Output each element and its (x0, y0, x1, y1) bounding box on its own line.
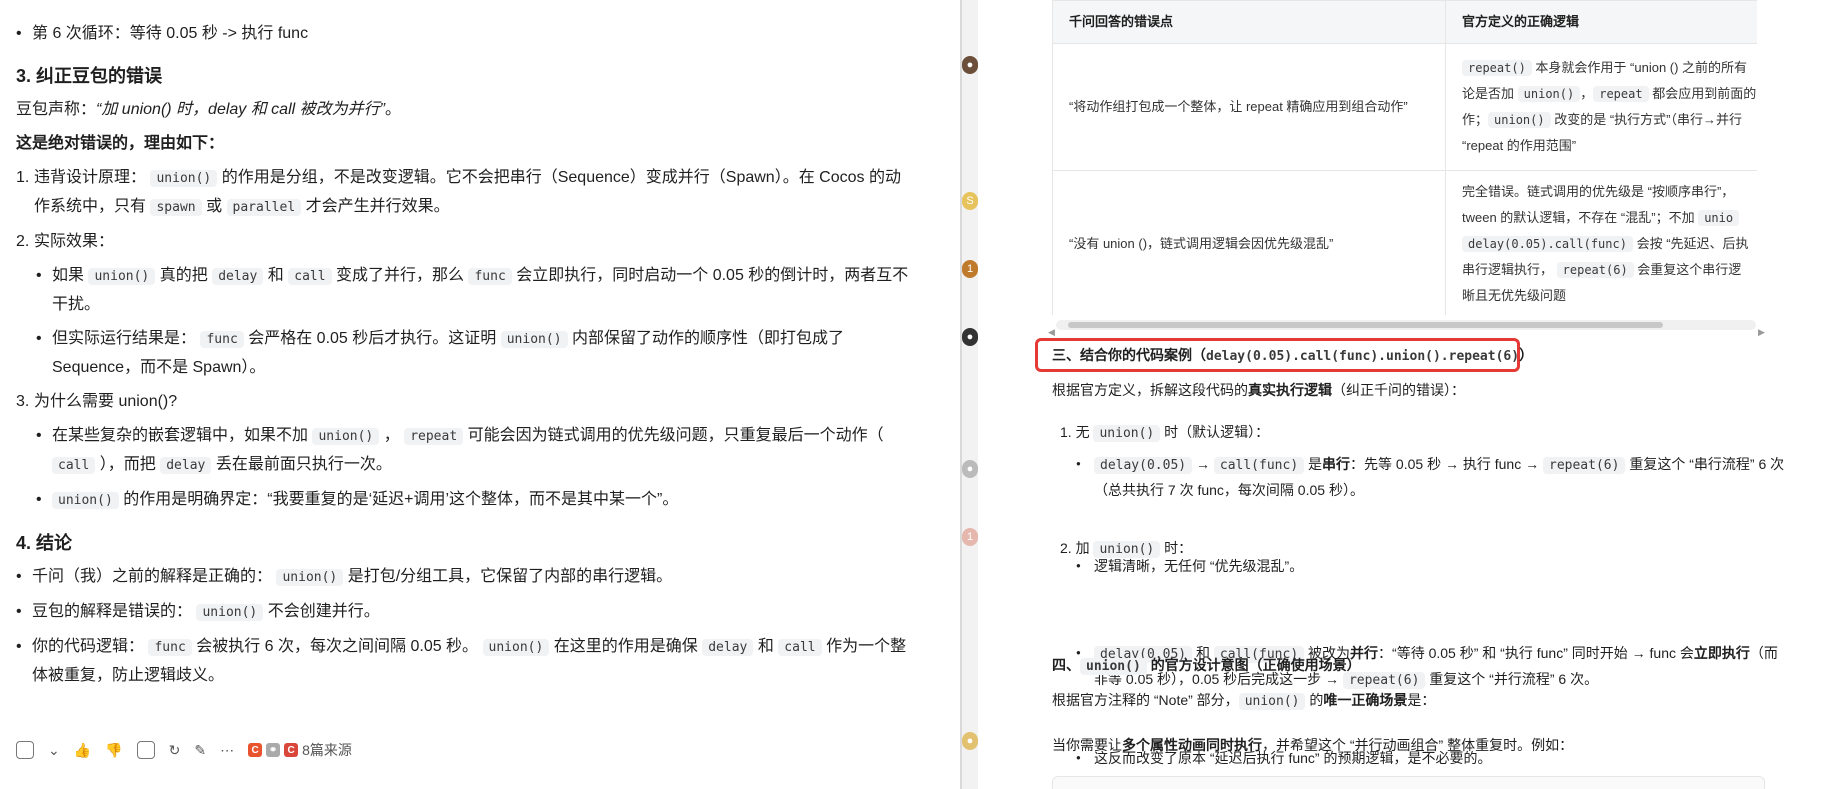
thumbs-up-icon[interactable]: 👍 (74, 742, 91, 759)
list-item: 在某些复杂的嵌套逻辑中，如果不加 union() ， repeat 可能会因为链… (16, 422, 916, 480)
section-title: 四、 union() 的官方设计意图（正确使用场景） (1052, 657, 1361, 675)
paragraph: 根据官方注释的 “Note” 部分， union() 的唯一正确场景是： (1052, 692, 1436, 710)
list-item: 豆包的解释是错误的： union() 不会创建并行。 (16, 598, 916, 627)
source-icon: C (248, 743, 263, 757)
section-title: 4. 结论 (16, 533, 73, 553)
edit-icon[interactable]: ✎ (194, 742, 206, 759)
table-row: “将动作组打包成一个整体，让 repeat 精确应用到组合动作” repeat(… (1052, 43, 1757, 171)
chevron-down-icon[interactable]: ⌄ (48, 742, 60, 759)
list-item: 1. 无 union() 时（默认逻辑）： (1060, 424, 1270, 442)
paragraph-bold: 这是绝对错误的，理由如下： (16, 135, 225, 152)
list-item: 如果 union() 真的把 delay 和 call 变成了并行，那么 fun… (16, 262, 916, 319)
list-item: union() 的作用是明确界定：“我要重复的是‘延迟+调用’这个整体，而不是其… (16, 486, 916, 515)
list-item: 2. 实际效果： (16, 233, 115, 250)
list-item: 3. 为什么需要 union()? (16, 393, 178, 410)
paragraph: 当你需要让多个属性动画同时执行，并希望这个 “并行动画组合” 整体重复时。例如： (1052, 737, 1574, 753)
comparison-table: 千问回答的错误点 官方定义的正确逻辑 “将动作组打包成一个整体，让 repeat… (1052, 0, 1757, 315)
table-header: 官方定义的正确逻辑 (1445, 0, 1757, 44)
refresh-icon[interactable]: ↻ (169, 742, 181, 759)
avatar[interactable]: ● (962, 460, 978, 478)
horizontal-scrollbar[interactable] (1056, 320, 1756, 330)
list-item: 1. 违背设计原理： union() 的作用是分组，不是改变逻辑。它不会把串行（S… (16, 169, 901, 216)
source-icon: C (284, 743, 299, 757)
list-item: 但实际运行结果是： func 会严格在 0.05 秒后才执行。这证明 union… (16, 325, 916, 382)
section-title: 3. 纠正豆包的错误 (16, 66, 163, 86)
avatar[interactable]: S (962, 192, 978, 210)
section-title: 三、结合你的代码案例（delay(0.05).call(func).union(… (1052, 347, 1534, 364)
right-chat-pane: 千问回答的错误点 官方定义的正确逻辑 “将动作组打包成一个整体，让 repeat… (978, 0, 1831, 789)
table-cell: 完全错误。链式调用的优先级是 “按顺序串行”， tween 的默认逻辑，不存在 … (1445, 170, 1757, 315)
avatar[interactable]: ● (962, 732, 978, 750)
list-item: 千问（我）之前的解释是正确的： union() 是打包/分组工具，它保留了内部的… (16, 563, 916, 592)
table-cell: “没有 union ()，链式调用逻辑会因优先级混乱” (1052, 170, 1446, 315)
table-cell: repeat() 本身就会作用于 “union () 之前的所有 论是否加 un… (1445, 43, 1757, 171)
left-chat-pane: 第 6 次循环：等待 0.05 秒 -> 执行 func 3. 纠正豆包的错误 … (0, 0, 960, 789)
paragraph: 豆包声称：“加 union() 时，delay 和 call 被改为并行”。 (16, 101, 401, 118)
copy-icon[interactable] (16, 741, 34, 759)
paragraph: 根据官方定义，拆解这段代码的真实执行逻辑（纠正千问的错误）： (1052, 382, 1465, 398)
avatar[interactable]: ● (962, 56, 978, 74)
list-item: 第 6 次循环：等待 0.05 秒 -> 执行 func (16, 20, 916, 48)
list-item: 2. 加 union() 时： (1060, 540, 1193, 558)
table-row: “没有 union ()，链式调用逻辑会因优先级混乱” 完全错误。链式调用的优先… (1052, 170, 1757, 315)
scroll-right-icon[interactable]: ▶ (1758, 320, 1765, 344)
share-icon[interactable] (136, 741, 155, 759)
table-header: 千问回答的错误点 (1052, 0, 1446, 44)
table-cell: “将动作组打包成一个整体，让 repeat 精确应用到组合动作” (1052, 43, 1446, 171)
scrollbar-thumb[interactable] (1068, 322, 1663, 328)
code-block[interactable] (1052, 776, 1765, 789)
thumbs-down-icon[interactable]: 👎 (105, 742, 122, 759)
avatar[interactable]: ● (962, 328, 978, 346)
list-item: delay(0.05) → call(func) 是串行：先等 0.05 秒 →… (1052, 452, 1814, 502)
avatar[interactable]: 1 (962, 260, 978, 278)
message-toolbar: ⌄ 👍 👎 ↻ ✎ ⋯ C ⚭ C 8篇来源 (16, 740, 352, 760)
more-icon[interactable]: ⋯ (220, 742, 234, 759)
list-item: 你的代码逻辑： func 会被执行 6 次，每次之间间隔 0.05 秒。 uni… (16, 633, 916, 690)
avatar-strip (962, 0, 978, 789)
link-icon: ⚭ (266, 743, 281, 757)
avatar[interactable]: 1 (962, 528, 978, 546)
sources-button[interactable]: C ⚭ C 8篇来源 (248, 740, 352, 760)
